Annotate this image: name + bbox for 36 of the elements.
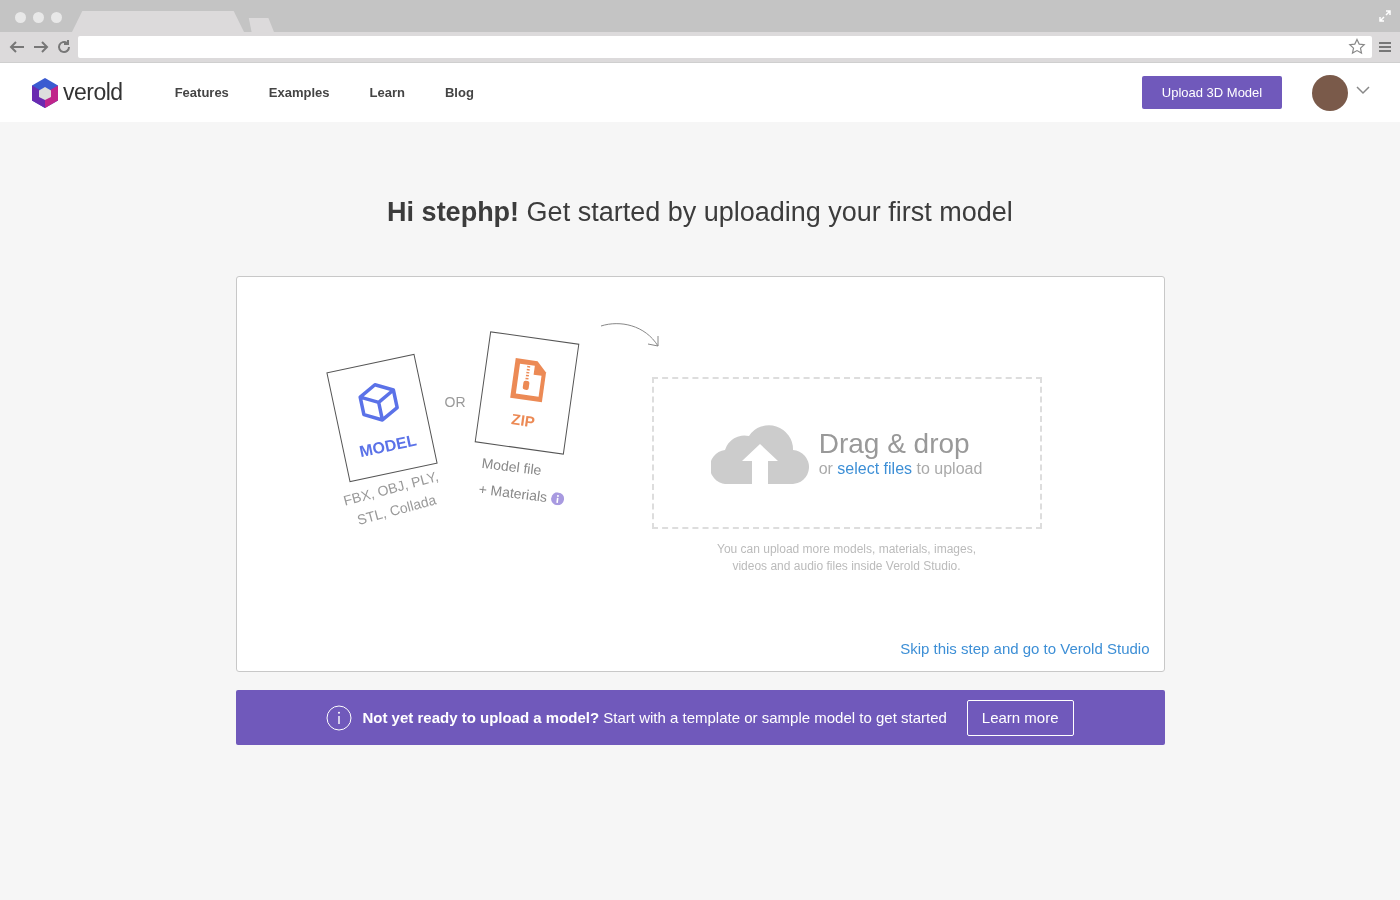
logo-text: verold	[63, 79, 123, 106]
info-icon[interactable]	[549, 491, 565, 506]
upload-button[interactable]: Upload 3D Model	[1142, 76, 1282, 109]
learn-more-button[interactable]: Learn more	[966, 699, 1074, 736]
forward-icon[interactable]	[32, 40, 50, 54]
nav-link[interactable]: Learn	[349, 85, 425, 100]
nav-link[interactable]: Features	[154, 85, 249, 100]
drop-title: Drag & drop	[818, 428, 971, 460]
menu-icon[interactable]	[1378, 40, 1392, 54]
window-control-icon[interactable]	[15, 12, 26, 23]
select-files-link[interactable]: select files	[837, 460, 913, 477]
cloud-upload-icon	[710, 422, 809, 484]
logo-icon	[30, 76, 60, 109]
avatar[interactable]	[1312, 74, 1348, 111]
new-tab-button[interactable]	[246, 18, 274, 32]
banner-text: Not yet ready to upload a model? Start with a template or sample model to get started	[362, 709, 947, 726]
upload-note: You can upload more models, materials, images, videos and audio files inside Verold Studio.	[717, 541, 976, 575]
window-control-icon[interactable]	[51, 12, 62, 23]
zip-line: Model file	[479, 453, 543, 481]
model-label: MODEL	[357, 431, 418, 462]
or-label: OR	[444, 394, 466, 410]
skip-link[interactable]: Skip this step and go to Verold Studio	[900, 640, 1150, 657]
star-icon[interactable]	[1348, 38, 1366, 56]
chevron-down-icon[interactable]	[1356, 84, 1370, 95]
reload-icon[interactable]	[56, 39, 72, 55]
window-control-icon[interactable]	[33, 12, 44, 23]
zip-label: ZIP	[510, 409, 536, 430]
back-icon[interactable]	[8, 40, 26, 54]
drop-zone[interactable]: Drag & drop or select files to upload	[651, 377, 1042, 529]
info-icon	[326, 704, 353, 731]
nav-link[interactable]: Blog	[424, 85, 494, 100]
page-heading: Hi stephp! Get started by uploading your first model	[387, 197, 1013, 228]
nav-link[interactable]: Examples	[248, 85, 350, 100]
zip-line: + Materials	[476, 479, 549, 507]
drop-hint: or select files to upload	[818, 460, 983, 478]
expand-icon[interactable]	[1378, 9, 1392, 23]
